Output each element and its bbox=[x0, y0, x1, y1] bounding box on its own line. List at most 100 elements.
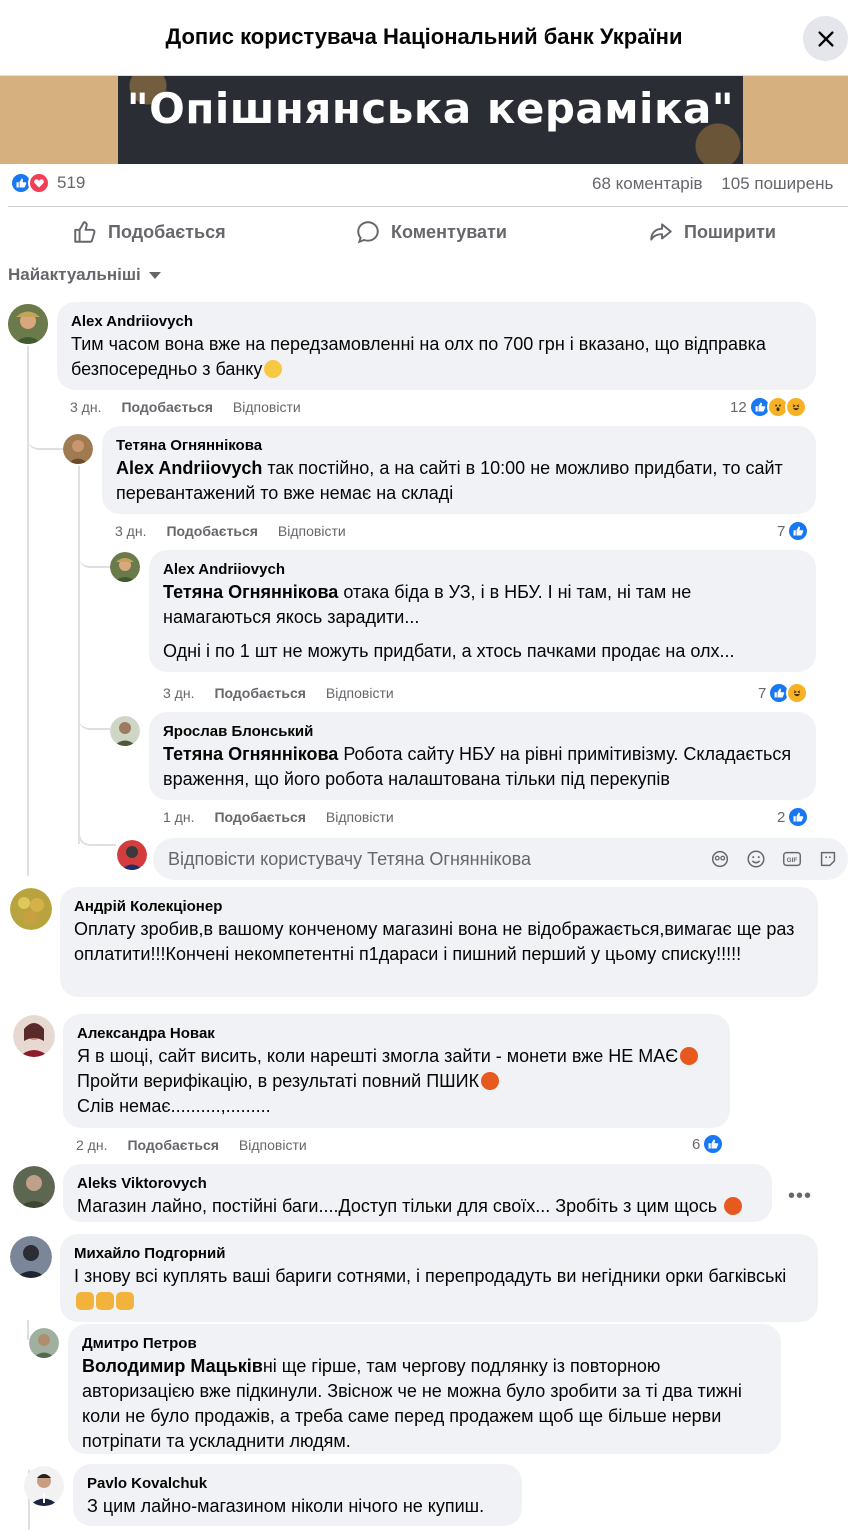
sticker-icon[interactable] bbox=[817, 848, 839, 870]
comment-text-wrap: Тетяна Огняннікова отака біда в УЗ, і в … bbox=[163, 580, 802, 630]
comment-reactions[interactable]: 7 bbox=[758, 682, 809, 704]
thread-line bbox=[27, 1320, 29, 1340]
comment-like-link[interactable]: Подобається bbox=[214, 809, 305, 825]
comment-text-wrap: Магазин лайно, постійні баги....Доступ т… bbox=[77, 1194, 758, 1219]
like-button[interactable]: Подобається bbox=[72, 219, 226, 245]
comment-author[interactable]: Тетяна Огняннікова bbox=[116, 436, 802, 456]
post-image[interactable]: "Опішнянська кераміка" bbox=[118, 76, 743, 164]
comment-meta: 3 дн. Подобається Відповісти bbox=[163, 685, 394, 701]
angry-face-emoji-icon bbox=[481, 1072, 500, 1090]
mention-link[interactable]: Тетяна Огняннікова bbox=[163, 744, 338, 764]
share-button[interactable]: Поширити bbox=[648, 219, 776, 245]
comment-sort-dropdown[interactable]: Найактуальніші bbox=[8, 265, 161, 285]
comment-time[interactable]: 3 дн. bbox=[70, 399, 101, 415]
love-reaction-icon bbox=[28, 172, 50, 194]
avatar[interactable] bbox=[10, 888, 52, 930]
haha-reaction-icon bbox=[784, 396, 807, 418]
composer-tools: GIF bbox=[709, 848, 839, 870]
comment-meta: 1 дн. Подобається Відповісти bbox=[163, 809, 394, 825]
post-dialog-header: Допис користувача Національний банк Укра… bbox=[0, 0, 848, 76]
cursing-face-emoji-icon bbox=[680, 1047, 699, 1065]
reply-placeholder: Відповісти користувачу Тетяна Огнянніков… bbox=[168, 849, 532, 869]
comment-author[interactable]: Pavlo Kovalchuk bbox=[87, 1474, 508, 1494]
comment-bubble: Aleks Viktorovych Магазин лайно, постійн… bbox=[63, 1164, 772, 1222]
comment-author[interactable]: Alex Andriiovych bbox=[71, 312, 802, 332]
comment-time[interactable]: 3 дн. bbox=[115, 523, 146, 539]
avatar[interactable] bbox=[10, 1236, 52, 1278]
gif-icon[interactable]: GIF bbox=[781, 848, 803, 870]
mention-link[interactable]: Alex Andriiovych bbox=[116, 458, 262, 478]
comment-reply-link[interactable]: Відповісти bbox=[326, 685, 394, 701]
reaction-summary[interactable]: 519 bbox=[10, 172, 85, 194]
reaction-count: 519 bbox=[57, 173, 86, 192]
fist-emoji-icon bbox=[96, 1292, 114, 1310]
my-avatar[interactable] bbox=[117, 840, 147, 870]
comment-time[interactable]: 2 дн. bbox=[76, 1137, 107, 1153]
comment-author[interactable]: Alex Andriiovych bbox=[163, 560, 802, 580]
shares-count[interactable]: 105 поширень bbox=[721, 174, 833, 193]
comment-text-wrap: Пройти верифікацію, в результаті повний … bbox=[77, 1069, 716, 1094]
reaction-count: 12 bbox=[730, 398, 747, 416]
comment-reactions[interactable]: 7 bbox=[777, 520, 810, 542]
comment-author[interactable]: Aleks Viktorovych bbox=[77, 1174, 758, 1194]
comment-text-paragraph: Одні і по 1 шт не можуть придбати, а хто… bbox=[163, 641, 735, 661]
comment-time[interactable]: 1 дн. bbox=[163, 809, 194, 825]
avatar[interactable] bbox=[13, 1015, 55, 1057]
comment-bubble: Alex Andriiovych Тетяна Огняннікова отак… bbox=[149, 550, 816, 672]
comment-reply-link[interactable]: Відповісти bbox=[233, 399, 301, 415]
avatar[interactable] bbox=[29, 1328, 59, 1358]
avatar[interactable] bbox=[24, 1466, 64, 1506]
comment-reply-link[interactable]: Відповісти bbox=[326, 809, 394, 825]
comment-bubble: Ярослав Блонський Тетяна Огняннікова Роб… bbox=[149, 712, 816, 800]
hugging-face-emoji-icon bbox=[264, 360, 283, 378]
comment-reply-link[interactable]: Відповісти bbox=[239, 1137, 307, 1153]
close-icon bbox=[817, 30, 834, 47]
comment-author[interactable]: Ярослав Блонський bbox=[163, 722, 802, 742]
close-button[interactable] bbox=[803, 16, 848, 61]
dialog-title: Допис користувача Національний банк Укра… bbox=[165, 24, 683, 49]
comment-time[interactable]: 3 дн. bbox=[163, 685, 194, 701]
comment-author[interactable]: Дмитро Петров bbox=[82, 1334, 767, 1354]
comment-author[interactable]: Андрій Колекціонер bbox=[74, 897, 804, 917]
comment-bubble: Pavlo Kovalchuk З цим лайно-магазином ні… bbox=[73, 1464, 522, 1526]
avatar[interactable] bbox=[63, 434, 93, 464]
comment-reply-link[interactable]: Відповісти bbox=[278, 523, 346, 539]
comment-button-label: Коментувати bbox=[391, 221, 507, 242]
comment-text-wrap: І знову всі куплять ваші бариги сотнями,… bbox=[74, 1264, 804, 1314]
comment-text: І знову всі куплять ваші бариги сотнями,… bbox=[74, 1266, 787, 1286]
svg-text:GIF: GIF bbox=[787, 857, 798, 864]
comment-author[interactable]: Александра Новак bbox=[77, 1024, 716, 1044]
thread-connector bbox=[78, 826, 116, 846]
comment-reactions[interactable]: 2 bbox=[777, 806, 810, 828]
comment-bubble: Андрій Колекціонер Оплату зробив,в вашом… bbox=[60, 887, 818, 997]
more-options-icon[interactable]: ••• bbox=[788, 1185, 812, 1208]
engagement-counts: 68 коментарів 105 поширень bbox=[592, 174, 833, 194]
comment-like-link[interactable]: Подобається bbox=[214, 685, 305, 701]
reply-input[interactable]: Відповісти користувачу Тетяна Огнянніков… bbox=[153, 838, 848, 880]
comment-bubble: Alex Andriiovych Тим часом вона вже на п… bbox=[57, 302, 816, 390]
comment-reactions[interactable]: 12 bbox=[730, 396, 807, 418]
mention-link[interactable]: Володимир Мацьків bbox=[82, 1356, 263, 1376]
reaction-count: 6 bbox=[692, 1135, 701, 1153]
comment-button[interactable]: Коментувати bbox=[355, 219, 507, 245]
avatar[interactable] bbox=[13, 1166, 55, 1208]
comment-meta: 2 дн. Подобається Відповісти bbox=[76, 1137, 307, 1153]
comment-reactions[interactable]: 6 bbox=[692, 1133, 725, 1155]
comment-like-link[interactable]: Подобається bbox=[127, 1137, 218, 1153]
comment-text: Тим часом вона вже на передзамовленні на… bbox=[71, 334, 766, 379]
avatar[interactable] bbox=[110, 716, 140, 746]
comments-count[interactable]: 68 коментарів bbox=[592, 174, 703, 193]
comment-like-link[interactable]: Подобається bbox=[166, 523, 257, 539]
avatar-sticker-icon[interactable] bbox=[709, 848, 731, 870]
comment-bubble-icon bbox=[357, 221, 379, 244]
mention-link[interactable]: Тетяна Огняннікова bbox=[163, 582, 338, 602]
comment-text-wrap: Володимир Мацьківні ще гірше, там чергов… bbox=[82, 1354, 767, 1454]
comment-author[interactable]: Михайло Подгорний bbox=[74, 1244, 804, 1264]
comment-text-line: Слів немає..........,......... bbox=[77, 1096, 271, 1116]
avatar[interactable] bbox=[110, 552, 140, 582]
haha-reaction-icon bbox=[786, 682, 809, 704]
emoji-icon[interactable] bbox=[745, 848, 767, 870]
avatar[interactable] bbox=[8, 304, 48, 344]
comment-like-link[interactable]: Подобається bbox=[121, 399, 212, 415]
thread-connector bbox=[78, 548, 110, 568]
